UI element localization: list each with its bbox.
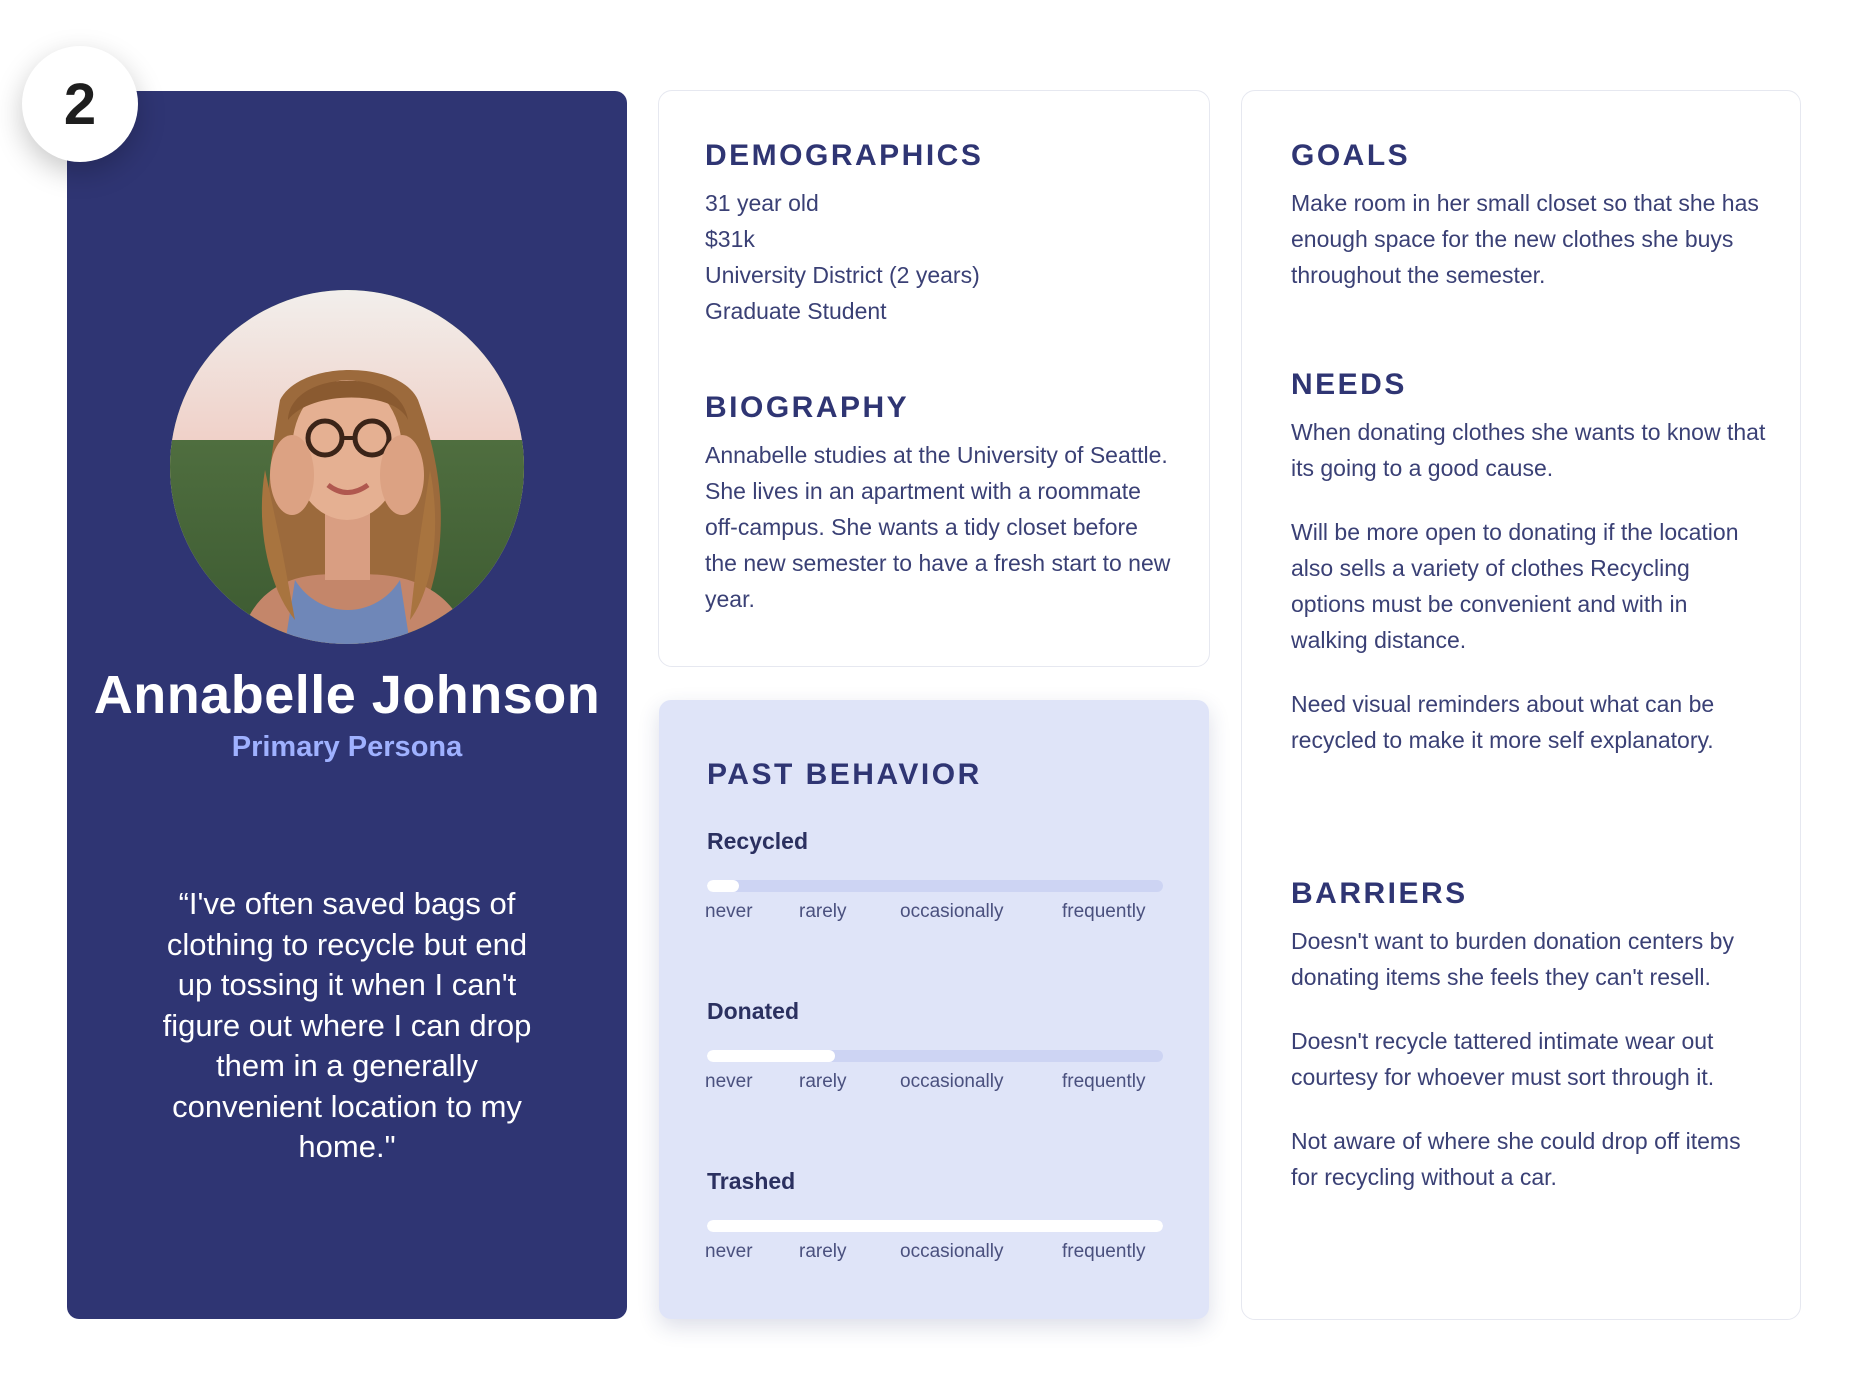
demographics-occupation: Graduate Student [705, 298, 887, 324]
demographics-title: DEMOGRAPHICS [705, 139, 984, 172]
scale-label-rarely: rarely [799, 901, 847, 922]
demographics-list: 31 year old $31k University District (2 … [705, 185, 1175, 329]
behavior-bar-fill-recycled [707, 880, 739, 892]
past-behavior-title: PAST BEHAVIOR [707, 758, 982, 791]
behavior-scale-donated: never rarely occasionally frequently [705, 1071, 1171, 1095]
demographics-age: 31 year old [705, 190, 819, 216]
scale-label-never: never [705, 1241, 753, 1262]
scale-label-occasionally: occasionally [900, 901, 1004, 922]
goals-title: GOALS [1291, 139, 1411, 172]
scale-label-occasionally: occasionally [900, 1241, 1004, 1262]
barriers-text: Doesn't want to burden donation centers … [1291, 923, 1766, 1195]
behavior-bar-fill-trashed [707, 1220, 1163, 1232]
scale-label-never: never [705, 901, 753, 922]
behavior-bar-fill-donated [707, 1050, 835, 1062]
persona-card: Annabelle Johnson Primary Persona “I've … [67, 91, 627, 1319]
behavior-label-donated: Donated [707, 998, 799, 1024]
persona-number-badge: 2 [22, 46, 138, 162]
behavior-scale-trashed: never rarely occasionally frequently [705, 1241, 1171, 1265]
demographics-income: $31k [705, 226, 755, 252]
biography-paragraph: Annabelle studies at the University of S… [705, 442, 1171, 612]
barriers-title: BARRIERS [1291, 877, 1468, 910]
scale-label-frequently: frequently [1062, 1071, 1146, 1092]
scale-label-rarely: rarely [799, 1241, 847, 1262]
biography-title: BIOGRAPHY [705, 391, 910, 424]
persona-quote: “I've often saved bags of clothing to re… [162, 886, 532, 1164]
needs-paragraph: Need visual reminders about what can be … [1291, 691, 1715, 753]
persona-role: Primary Persona [231, 731, 463, 763]
behavior-label-trashed: Trashed [707, 1168, 796, 1194]
needs-paragraph: Will be more open to donating if the loc… [1291, 519, 1739, 653]
scale-label-frequently: frequently [1062, 1241, 1146, 1262]
goals-text: Make room in her small closet so that sh… [1291, 185, 1766, 293]
needs-text: When donating clothes she wants to know … [1291, 414, 1766, 758]
barriers-paragraph: Doesn't recycle tattered intimate wear o… [1291, 1028, 1715, 1090]
behavior-bar-recycled [707, 880, 1163, 892]
biography-text: Annabelle studies at the University of S… [705, 437, 1175, 617]
avatar [170, 290, 524, 644]
needs-paragraph: When donating clothes she wants to know … [1291, 419, 1766, 481]
scale-label-rarely: rarely [799, 1071, 847, 1092]
barriers-paragraph: Not aware of where she could drop off it… [1291, 1128, 1741, 1190]
goals-needs-barriers-card: GOALS Make room in her small closet so t… [1241, 90, 1801, 1320]
persona-name: Annabelle Johnson [93, 665, 601, 725]
past-behavior-card: PAST BEHAVIOR Recycled never rarely occa… [659, 700, 1209, 1319]
scale-label-occasionally: occasionally [900, 1071, 1004, 1092]
demographics-biography-card: DEMOGRAPHICS 31 year old $31k University… [658, 90, 1210, 667]
behavior-label-recycled: Recycled [707, 828, 809, 854]
demographics-location: University District (2 years) [705, 262, 980, 288]
behavior-scale-recycled: never rarely occasionally frequently [705, 901, 1171, 925]
scale-label-frequently: frequently [1062, 901, 1146, 922]
scale-label-never: never [705, 1071, 753, 1092]
barriers-paragraph: Doesn't want to burden donation centers … [1291, 928, 1734, 990]
needs-title: NEEDS [1291, 368, 1407, 401]
behavior-bar-donated [707, 1050, 1163, 1062]
behavior-bar-trashed [707, 1220, 1163, 1232]
portrait-photo-icon [170, 290, 524, 644]
goals-paragraph: Make room in her small closet so that sh… [1291, 190, 1759, 288]
